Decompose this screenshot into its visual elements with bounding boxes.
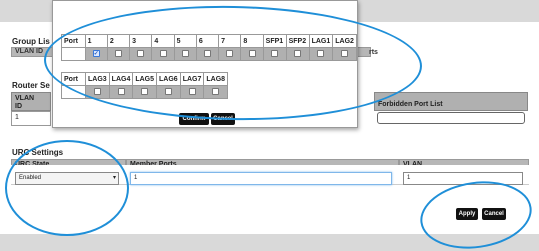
confirm-button[interactable]: Confirm (179, 113, 209, 125)
group-list-title: Group Lis (12, 37, 50, 46)
apply-button[interactable]: Apply (456, 208, 478, 220)
port-header: 6 (195, 34, 220, 48)
port-header: LAG3 (85, 72, 110, 86)
port-checkbox[interactable] (212, 88, 220, 96)
port-header: 5 (173, 34, 197, 48)
port-checkbox-cell (129, 47, 153, 61)
group-list-col-ports: rts (369, 49, 378, 56)
port-checkbox[interactable] (164, 88, 172, 96)
port-checkbox-cell (332, 47, 357, 61)
port-checkbox-cell (218, 47, 242, 61)
port-checkbox[interactable] (341, 50, 349, 58)
port-checkbox-cell (132, 85, 158, 99)
port-label: Port (61, 72, 86, 86)
forbidden-port-input[interactable] (377, 112, 525, 124)
port-header: LAG4 (108, 72, 134, 86)
port-checkbox-cell (151, 47, 175, 61)
port-checkbox-cell (85, 85, 110, 99)
urc-state-value: Enabled (19, 175, 42, 181)
urc-settings-title: URC Settings (12, 148, 64, 157)
cancel-button[interactable]: Cancel (482, 208, 506, 220)
port-header: SFP2 (285, 34, 310, 48)
port-checkbox[interactable] (226, 50, 234, 58)
urc-vlan-input[interactable]: 1 (403, 172, 523, 185)
port-header: LAG6 (156, 72, 181, 86)
blank-cell (61, 85, 86, 99)
port-checkbox[interactable] (117, 88, 125, 96)
port-checkbox[interactable] (317, 50, 325, 58)
chevron-down-icon: ▾ (112, 175, 116, 181)
port-header: 1 (84, 34, 108, 48)
port-header: LAG2 (332, 34, 357, 48)
member-ports-input[interactable]: 1 (130, 172, 392, 185)
port-table-row1: Port 1 2 3 4 5 6 7 8 SFP1 SFP2 LAG1 LAG2 (61, 34, 357, 61)
router-col-forbidden: Forbidden Port List (374, 92, 528, 111)
port-checkbox[interactable] (271, 50, 279, 58)
port-checkbox-cell (285, 47, 310, 61)
port-label: Port (61, 34, 86, 48)
port-checkbox-cell (195, 47, 220, 61)
port-checkbox-cell (179, 85, 205, 99)
port-header: 3 (129, 34, 153, 48)
port-checkbox[interactable] (248, 50, 256, 58)
port-header: LAG8 (203, 72, 229, 86)
popup-cancel-button[interactable]: Cancel (211, 113, 235, 125)
port-checkbox-cell (262, 47, 287, 61)
port-checkbox[interactable] (159, 50, 167, 58)
port-checkbox-cell (308, 47, 334, 61)
port-header: SFP1 (262, 34, 287, 48)
port-checkbox-cell (156, 85, 181, 99)
port-header: LAG1 (308, 34, 334, 48)
port-checkbox[interactable] (141, 88, 149, 96)
port-selection-popup: Port 1 2 3 4 5 6 7 8 SFP1 SFP2 LAG1 LAG2… (52, 0, 358, 128)
group-list-col-vlan-id: VLAN ID (15, 48, 43, 55)
router-row-vlan-id: 1 (11, 111, 51, 126)
urc-vlan-value: 1 (407, 175, 411, 181)
port-checkbox[interactable] (294, 50, 302, 58)
port-checkbox-cell (240, 47, 264, 61)
port-checkbox[interactable] (137, 50, 145, 58)
blank-cell (61, 47, 86, 61)
port-checkbox-cell (108, 85, 134, 99)
port-table-row2: Port LAG3 LAG4 LAG5 LAG6 LAG7 LAG8 (61, 72, 229, 99)
port-checkbox-cell (84, 47, 108, 61)
port-header: LAG5 (132, 72, 158, 86)
port-header: 8 (240, 34, 264, 48)
port-checkbox[interactable] (204, 50, 212, 58)
port-header: 7 (218, 34, 242, 48)
router-col-vlan-id: VLAN ID (11, 92, 51, 111)
port-checkbox[interactable] (188, 88, 196, 96)
port-checkbox-cell (203, 85, 229, 99)
port-checkbox[interactable] (181, 50, 189, 58)
port-header: 4 (151, 34, 175, 48)
port-checkbox-cell (106, 47, 131, 61)
port-checkbox-cell (173, 47, 197, 61)
port-checkbox[interactable] (115, 50, 123, 58)
router-settings-title: Router Se (12, 81, 50, 90)
urc-state-select[interactable]: Enabled ▾ (15, 172, 119, 185)
port-header: 2 (106, 34, 131, 48)
port-checkbox[interactable] (92, 50, 100, 58)
member-ports-value: 1 (134, 175, 138, 181)
port-header: LAG7 (179, 72, 205, 86)
port-checkbox[interactable] (93, 88, 101, 96)
